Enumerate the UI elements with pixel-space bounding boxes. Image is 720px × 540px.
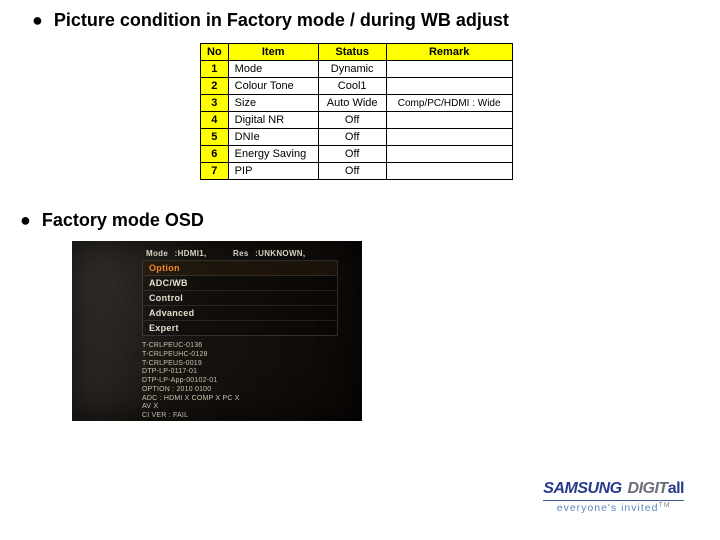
osd-menu-item: Option	[143, 261, 337, 276]
cell-item: Mode	[228, 61, 318, 78]
osd-info-line: T-CRLPEUC-0136	[142, 342, 338, 351]
table-row: 5DNIeOff	[201, 129, 513, 146]
cell-remark	[386, 129, 512, 146]
cell-no: 6	[201, 146, 229, 163]
table-row: 2Colour ToneCool1	[201, 78, 513, 95]
logo-brand1: SAMSUNG	[543, 480, 621, 497]
osd-mode-label: Mode	[146, 249, 168, 258]
bullet-icon: ●	[20, 210, 31, 230]
heading-text: Picture condition in Factory mode / duri…	[54, 10, 509, 30]
osd-info-line: CI VER : FAIL	[142, 412, 338, 421]
osd-menu-item: Control	[143, 291, 337, 306]
osd-res-value: :UNKNOWN,	[255, 249, 305, 258]
osd-info-line: T-CRLPEUHC-0128	[142, 351, 338, 360]
cell-remark	[386, 78, 512, 95]
bullet-icon: ●	[32, 10, 43, 30]
osd-menu-item: Expert	[143, 321, 337, 335]
osd-info-line: OPTION : 2010 0100	[142, 386, 338, 395]
osd-menu-item: Advanced	[143, 306, 337, 321]
cell-no: 7	[201, 163, 229, 180]
cell-item: Colour Tone	[228, 78, 318, 95]
cell-status: Off	[318, 163, 386, 180]
table-row: 6Energy SavingOff	[201, 146, 513, 163]
cell-item: Digital NR	[228, 112, 318, 129]
logo-tagline: everyone's invited	[557, 502, 659, 514]
osd-topline: Mode :HDMI1, Res :UNKNOWN,	[146, 249, 338, 258]
factory-table: No Item Status Remark 1ModeDynamic2Colou…	[200, 43, 513, 180]
cell-item: Energy Saving	[228, 146, 318, 163]
osd-menu: OptionADC/WBControlAdvancedExpert	[142, 260, 338, 336]
table-row: 1ModeDynamic	[201, 61, 513, 78]
cell-status: Off	[318, 112, 386, 129]
logo-brand3: all	[668, 480, 684, 497]
trademark-icon: TM	[658, 502, 670, 509]
cell-remark	[386, 61, 512, 78]
osd-info-line: DTP-LP-0117-01	[142, 368, 338, 377]
cell-status: Cool1	[318, 78, 386, 95]
cell-remark	[386, 163, 512, 180]
cell-item: DNIe	[228, 129, 318, 146]
cell-no: 1	[201, 61, 229, 78]
col-no: No	[201, 44, 229, 61]
osd-screenshot: Mode :HDMI1, Res :UNKNOWN, OptionADC/WBC…	[72, 241, 362, 421]
cell-no: 5	[201, 129, 229, 146]
heading-factory-osd: ● Factory mode OSD	[0, 180, 720, 239]
osd-mode-value: :HDMI1,	[175, 249, 207, 258]
col-item: Item	[228, 44, 318, 61]
samsung-logo: SAMSUNG DIGITall everyone's invitedTM	[543, 480, 684, 514]
cell-status: Off	[318, 129, 386, 146]
col-status: Status	[318, 44, 386, 61]
osd-menu-item: ADC/WB	[143, 276, 337, 291]
osd-info-line: DTP-LP-App-00102-01	[142, 377, 338, 386]
table-row: 3SizeAuto WideComp/PC/HDMI : Wide	[201, 95, 513, 112]
heading-text: Factory mode OSD	[42, 210, 204, 230]
osd-res-label: Res	[233, 249, 249, 258]
table-row: 4Digital NROff	[201, 112, 513, 129]
osd-info-line: ADC : HDMI X COMP X PC X	[142, 395, 338, 404]
cell-status: Dynamic	[318, 61, 386, 78]
col-remark: Remark	[386, 44, 512, 61]
osd-info: T-CRLPEUC-0136T-CRLPEUHC-0128T-CRLPEUS-0…	[142, 342, 338, 421]
cell-no: 2	[201, 78, 229, 95]
heading-picture-condition: ● Picture condition in Factory mode / du…	[0, 0, 720, 43]
cell-remark: Comp/PC/HDMI : Wide	[386, 95, 512, 112]
osd-info-line: T-CRLPEUS-0019	[142, 360, 338, 369]
cell-item: PIP	[228, 163, 318, 180]
cell-item: Size	[228, 95, 318, 112]
cell-status: Auto Wide	[318, 95, 386, 112]
cell-no: 3	[201, 95, 229, 112]
logo-brand2: DIGIT	[628, 480, 668, 497]
cell-remark	[386, 146, 512, 163]
cell-remark	[386, 112, 512, 129]
cell-no: 4	[201, 112, 229, 129]
cell-status: Off	[318, 146, 386, 163]
table-row: 7PIPOff	[201, 163, 513, 180]
osd-info-line: AV X	[142, 403, 338, 412]
